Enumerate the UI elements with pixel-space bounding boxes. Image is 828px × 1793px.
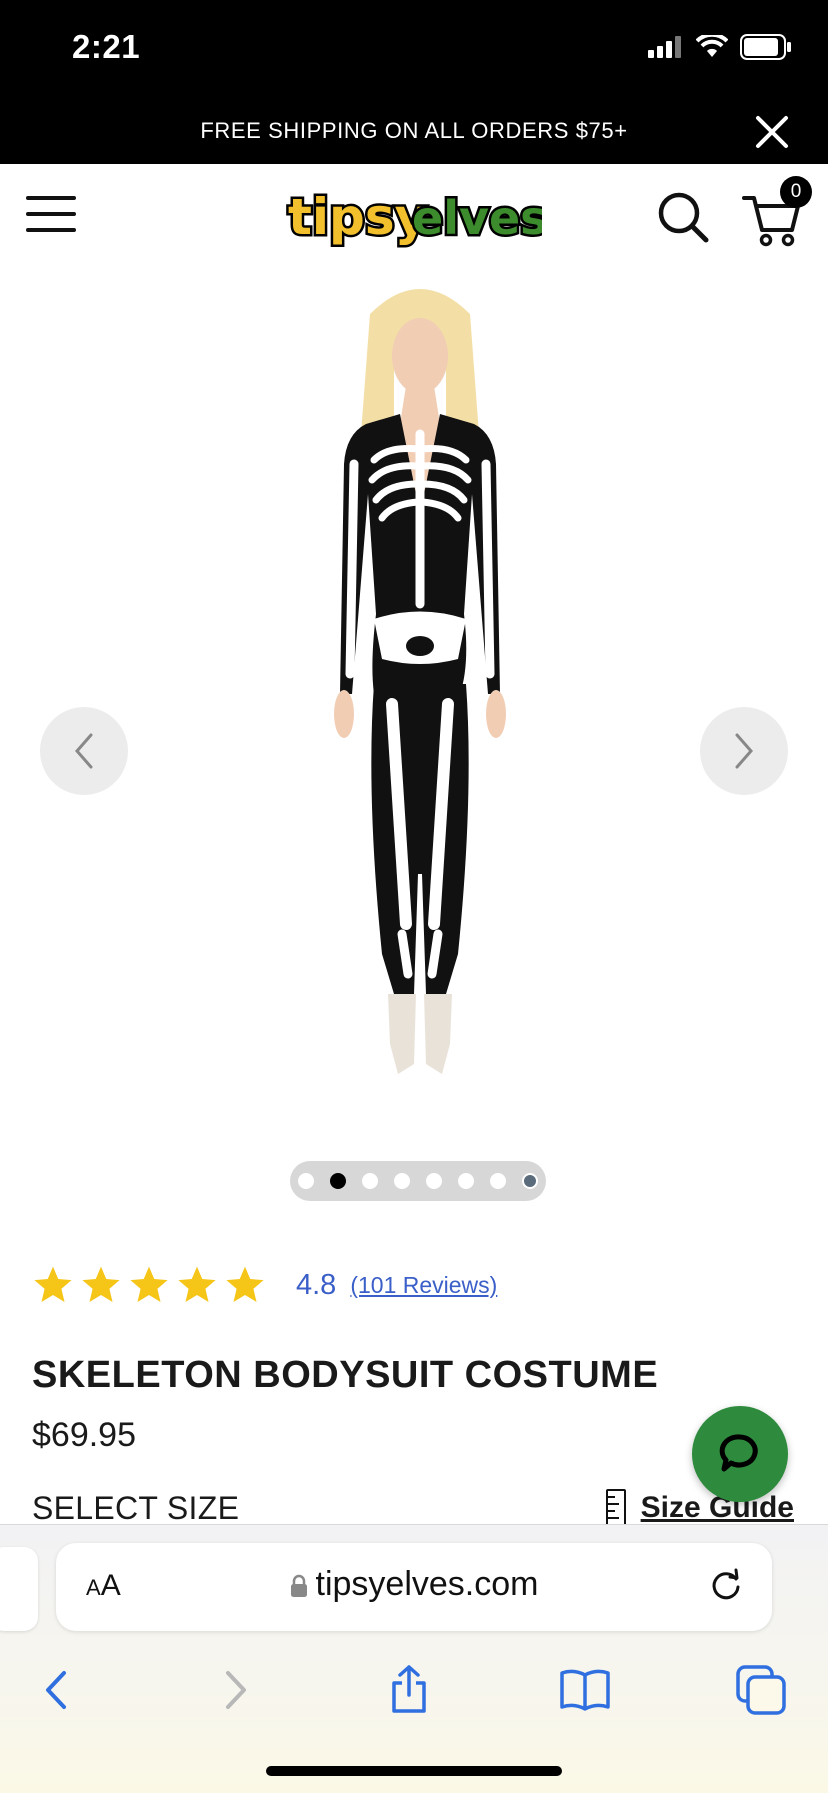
gallery-dot[interactable]: [490, 1173, 506, 1189]
close-icon[interactable]: [752, 112, 792, 152]
share-icon[interactable]: [382, 1663, 436, 1717]
status-icons: [648, 34, 792, 60]
rating-stars: [32, 1264, 266, 1306]
ruler-icon: [605, 1489, 626, 1527]
gallery-dot-video[interactable]: [522, 1173, 538, 1189]
chevron-left-icon: [75, 733, 93, 769]
status-bar: 2:21: [0, 0, 828, 100]
gallery-dot[interactable]: [426, 1173, 442, 1189]
svg-text:elves: elves: [412, 191, 542, 245]
site-header: tipsy elves: [0, 164, 828, 269]
gallery-dot[interactable]: [362, 1173, 378, 1189]
browser-toolbar: [0, 1653, 828, 1723]
search-icon[interactable]: [656, 190, 712, 246]
cart-count-badge: 0: [780, 176, 812, 208]
previous-tab-preview[interactable]: [0, 1547, 38, 1631]
star-icon: [82, 1266, 120, 1302]
lock-icon: [290, 1574, 307, 1598]
reload-icon[interactable]: [706, 1565, 746, 1605]
gallery-dot-active[interactable]: [330, 1173, 346, 1189]
browser-chrome: AA tipsyelves.com: [0, 1524, 828, 1793]
star-icon: [130, 1266, 168, 1302]
bookmarks-icon[interactable]: [558, 1663, 612, 1717]
url-text: tipsyelves.com: [315, 1565, 539, 1603]
star-icon: [226, 1266, 264, 1302]
gallery-next-button[interactable]: [700, 707, 788, 795]
gallery-dot[interactable]: [458, 1173, 474, 1189]
hamburger-menu-icon[interactable]: [26, 192, 76, 236]
gallery-dot[interactable]: [298, 1173, 314, 1189]
product-price: $69.95: [32, 1416, 136, 1454]
home-indicator[interactable]: [266, 1766, 562, 1776]
gallery-prev-button[interactable]: [40, 707, 128, 795]
star-icon: [34, 1266, 72, 1302]
product-rating: 4.8 (101 Reviews): [32, 1264, 497, 1306]
gallery-pagination: [290, 1161, 546, 1201]
address-bar[interactable]: AA tipsyelves.com: [56, 1543, 772, 1631]
forward-icon[interactable]: [208, 1663, 262, 1717]
rating-value: 4.8: [296, 1268, 337, 1301]
product-title: SKELETON BODYSUIT COSTUME: [32, 1354, 659, 1396]
product-image[interactable]: [270, 274, 570, 1204]
wifi-icon: [696, 35, 728, 57]
signal-icon: [648, 36, 681, 58]
back-icon[interactable]: [30, 1663, 84, 1717]
tabs-icon[interactable]: [734, 1663, 788, 1717]
product-gallery: [0, 268, 828, 1208]
battery-icon: [740, 34, 791, 60]
star-icon: [178, 1266, 216, 1302]
reviews-link[interactable]: (101 Reviews): [350, 1272, 497, 1299]
status-time: 2:21: [72, 28, 141, 65]
logo[interactable]: tipsy elves: [286, 182, 542, 252]
promo-text: FREE SHIPPING ON ALL ORDERS $75+: [200, 118, 628, 143]
promo-banner: FREE SHIPPING ON ALL ORDERS $75+: [0, 100, 828, 164]
svg-text:tipsy: tipsy: [288, 188, 427, 246]
url-display[interactable]: tipsyelves.com: [56, 1565, 772, 1604]
gallery-dot[interactable]: [394, 1173, 410, 1189]
chevron-right-icon: [735, 733, 753, 769]
chat-bubble-icon: [719, 1434, 758, 1472]
select-size-label: SELECT SIZE: [32, 1490, 240, 1526]
chat-button[interactable]: [692, 1406, 788, 1502]
